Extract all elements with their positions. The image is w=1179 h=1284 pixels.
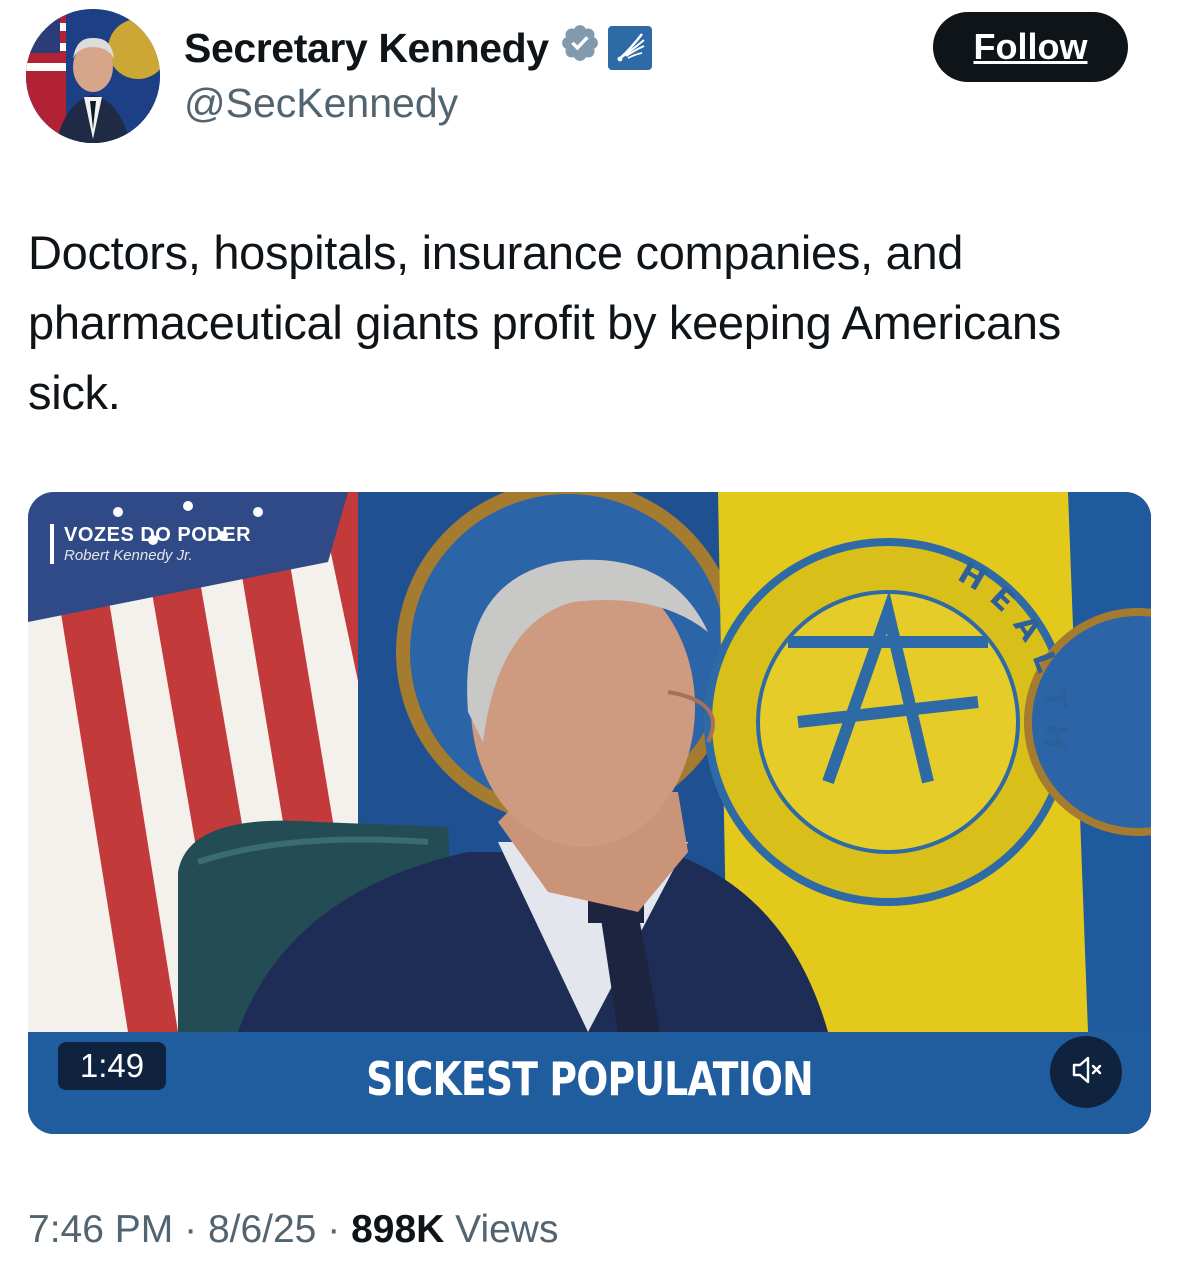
- watermark-title: VOZES DO PODER: [64, 524, 252, 546]
- tweet-meta: 7:46 PM · 8/6/25 · 898K Views: [28, 1208, 558, 1252]
- speaker-muted-icon: [1066, 1050, 1106, 1095]
- video-player[interactable]: HEALTH VOZES DO PODER Robert Kennedy Jr.…: [28, 492, 1151, 1134]
- tweet-date[interactable]: 8/6/25: [208, 1208, 316, 1251]
- video-caption: SICKEST POPULATION: [366, 1052, 814, 1106]
- avatar[interactable]: [26, 9, 160, 143]
- video-duration: 1:49: [58, 1042, 166, 1090]
- verified-badge-icon[interactable]: [559, 22, 601, 74]
- user-handle[interactable]: @SecKennedy: [184, 80, 458, 127]
- mute-button[interactable]: [1050, 1036, 1122, 1108]
- watermark-subtitle: Robert Kennedy Jr.: [64, 547, 193, 564]
- hhs-eagle-icon[interactable]: [607, 26, 652, 70]
- views-label: Views: [455, 1208, 559, 1251]
- display-name[interactable]: Secretary Kennedy: [184, 22, 652, 74]
- meta-separator: ·: [327, 1208, 341, 1251]
- display-name-text: Secretary Kennedy: [184, 24, 549, 71]
- follow-button[interactable]: Follow: [933, 12, 1128, 82]
- video-watermark: VOZES DO PODER Robert Kennedy Jr.: [50, 524, 251, 564]
- tweet-text: Doctors, hospitals, insurance companies,…: [28, 226, 1061, 419]
- meta-separator: ·: [184, 1208, 198, 1251]
- views-count[interactable]: 898K: [351, 1208, 444, 1251]
- flag-letter: H: [1036, 723, 1073, 751]
- tweet-time[interactable]: 7:46 PM: [28, 1208, 173, 1251]
- avatar-image: [26, 9, 160, 143]
